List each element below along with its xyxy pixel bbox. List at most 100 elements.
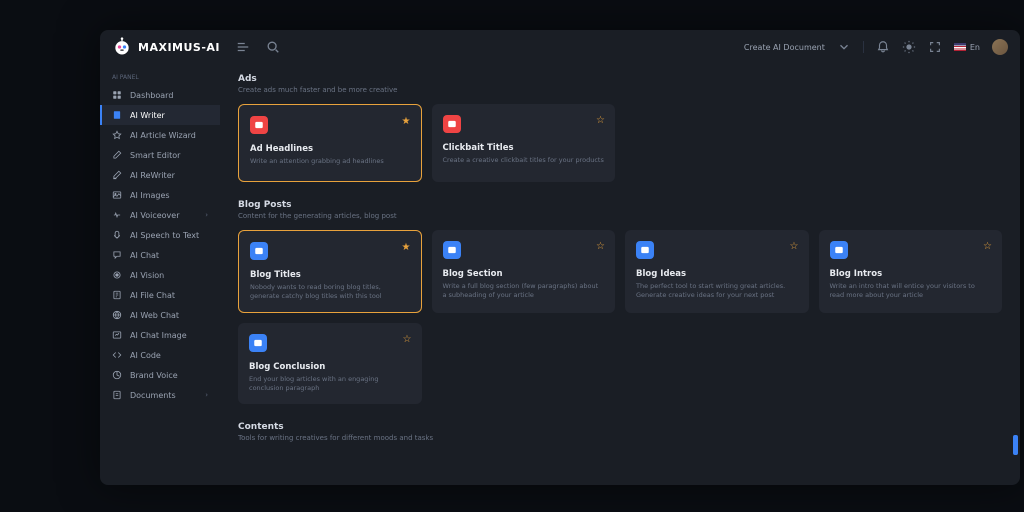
card-icon	[636, 241, 654, 259]
sidebar-icon	[112, 90, 122, 100]
sidebar-item-ai-rewriter[interactable]: AI ReWriter	[100, 165, 220, 185]
sidebar-item-label: AI Voiceover	[130, 211, 180, 220]
sidebar-item-ai-voiceover[interactable]: AI Voiceover ›	[100, 205, 220, 225]
favorite-star-icon[interactable]: ★	[402, 242, 411, 253]
sidebar-icon	[112, 190, 122, 200]
brand-text: MAXIMUS-AI	[138, 41, 220, 54]
sidebar-icon	[112, 330, 122, 340]
sidebar-item-ai-code[interactable]: AI Code	[100, 345, 220, 365]
sidebar-item-ai-article-wizard[interactable]: AI Article Wizard	[100, 125, 220, 145]
sidebar-icon	[112, 170, 122, 180]
sidebar-item-ai-speech-to-text[interactable]: AI Speech to Text	[100, 225, 220, 245]
card-icon	[250, 242, 268, 260]
sidebar-item-label: Smart Editor	[130, 151, 180, 160]
card-title: Clickbait Titles	[443, 143, 605, 153]
favorite-star-icon[interactable]: ☆	[983, 241, 992, 252]
chevron-right-icon: ›	[205, 391, 208, 399]
card-description: The perfect tool to start writing great …	[636, 282, 798, 300]
sun-icon[interactable]	[902, 40, 916, 54]
sidebar-item-label: Brand Voice	[130, 371, 178, 380]
card-description: Nobody wants to read boring blog titles,…	[250, 283, 410, 301]
sidebar-item-label: AI Web Chat	[130, 311, 179, 320]
sidebar-item-label: AI Chat Image	[130, 331, 187, 340]
avatar[interactable]	[992, 39, 1008, 55]
search-icon[interactable]	[266, 40, 280, 54]
sidebar-item-label: AI Images	[130, 191, 170, 200]
menu-toggle-icon[interactable]	[236, 40, 250, 54]
sidebar-icon	[112, 350, 122, 360]
sidebar-item-dashboard[interactable]: Dashboard	[100, 85, 220, 105]
sidebar-item-ai-writer[interactable]: AI Writer	[100, 105, 220, 125]
sidebar-item-label: AI Article Wizard	[130, 131, 196, 140]
card-title: Blog Section	[443, 269, 605, 279]
sidebar-item-ai-file-chat[interactable]: AI File Chat	[100, 285, 220, 305]
header: MAXIMUS-AI Create AI Document En	[100, 30, 1020, 64]
sidebar-item-label: AI File Chat	[130, 291, 175, 300]
sidebar-item-label: AI Vision	[130, 271, 164, 280]
card-icon	[250, 116, 268, 134]
card-title: Blog Ideas	[636, 269, 798, 279]
language-selector[interactable]: En	[954, 43, 980, 52]
sidebar-item-smart-editor[interactable]: Smart Editor	[100, 145, 220, 165]
favorite-star-icon[interactable]: ☆	[790, 241, 799, 252]
sidebar-item-label: AI Writer	[130, 111, 165, 120]
favorite-star-icon[interactable]: ☆	[596, 115, 605, 126]
expand-icon[interactable]	[928, 40, 942, 54]
card-grid: ★Blog TitlesNobody wants to read boring …	[238, 230, 1002, 404]
sidebar-item-label: AI Code	[130, 351, 161, 360]
language-code: En	[970, 43, 980, 52]
sidebar-item-ai-chat-image[interactable]: AI Chat Image	[100, 325, 220, 345]
create-document-button[interactable]: Create AI Document	[744, 43, 825, 52]
bell-icon[interactable]	[876, 40, 890, 54]
header-left: MAXIMUS-AI	[112, 37, 280, 57]
sidebar-icon	[112, 390, 122, 400]
card-icon	[443, 115, 461, 133]
sidebar-icon	[112, 110, 122, 120]
card-icon	[249, 334, 267, 352]
sidebar-icon	[112, 210, 122, 220]
sidebar-icon	[112, 290, 122, 300]
chevron-down-icon[interactable]	[837, 40, 851, 54]
template-card[interactable]: ☆Blog ConclusionEnd your blog articles w…	[238, 323, 422, 404]
template-card[interactable]: ☆ Blog Section Write a full blog section (…	[432, 230, 616, 313]
card-description: End your blog articles with an engaging …	[249, 375, 411, 393]
flag-us-icon	[954, 43, 966, 51]
sidebar-item-documents[interactable]: Documents›	[100, 385, 220, 405]
favorite-star-icon[interactable]: ★	[402, 116, 411, 127]
favorite-star-icon[interactable]: ☆	[403, 334, 412, 345]
template-card[interactable]: ☆Blog IntrosWrite an intro that will ent…	[819, 230, 1003, 313]
divider	[863, 41, 864, 53]
scroll-indicator	[1013, 435, 1018, 455]
sidebar-item-ai-chat[interactable]: AI Chat	[100, 245, 220, 265]
card-description: Write a full blog section (few paragraph…	[443, 282, 605, 300]
brand-logo[interactable]: MAXIMUS-AI	[112, 37, 220, 57]
sidebar-icon	[112, 130, 122, 140]
template-card[interactable]: ★Blog TitlesNobody wants to read boring …	[238, 230, 422, 313]
template-card[interactable]: ☆Clickbait TitlesCreate a creative click…	[432, 104, 616, 182]
sidebar-icon	[112, 150, 122, 160]
card-description: Write an attention grabbing ad headlines	[250, 157, 410, 166]
sidebar-section-header: AI PANEL	[100, 70, 220, 85]
favorite-star-icon[interactable]: ☆	[596, 241, 605, 252]
section-title: Blog Posts	[238, 200, 1002, 210]
template-card[interactable]: ★Ad HeadlinesWrite an attention grabbing…	[238, 104, 422, 182]
header-right: Create AI Document En	[744, 39, 1008, 55]
app-window: MAXIMUS-AI Create AI Document En AI PANE…	[100, 30, 1020, 485]
sidebar-icon	[112, 230, 122, 240]
card-icon	[443, 241, 461, 259]
chevron-right-icon: ›	[205, 211, 208, 219]
sidebar-icon	[112, 310, 122, 320]
card-description: Write an intro that will entice your vis…	[830, 282, 992, 300]
sidebar-icon	[112, 270, 122, 280]
sidebar-item-ai-images[interactable]: AI Images	[100, 185, 220, 205]
sidebar-item-ai-vision[interactable]: AI Vision	[100, 265, 220, 285]
sidebar-item-brand-voice[interactable]: Brand Voice	[100, 365, 220, 385]
section-title: Contents	[238, 422, 1002, 432]
sidebar-item-ai-web-chat[interactable]: AI Web Chat	[100, 305, 220, 325]
card-icon	[830, 241, 848, 259]
sidebar: AI PANEL Dashboard AI Writer AI Article Wi…	[100, 64, 220, 485]
sidebar-item-label: AI Chat	[130, 251, 159, 260]
sidebar-item-label: AI ReWriter	[130, 171, 175, 180]
section-subtitle: Tools for writing creatives for differen…	[238, 434, 1002, 442]
template-card[interactable]: ☆ Blog Ideas The perfect tool to start wri…	[625, 230, 809, 313]
